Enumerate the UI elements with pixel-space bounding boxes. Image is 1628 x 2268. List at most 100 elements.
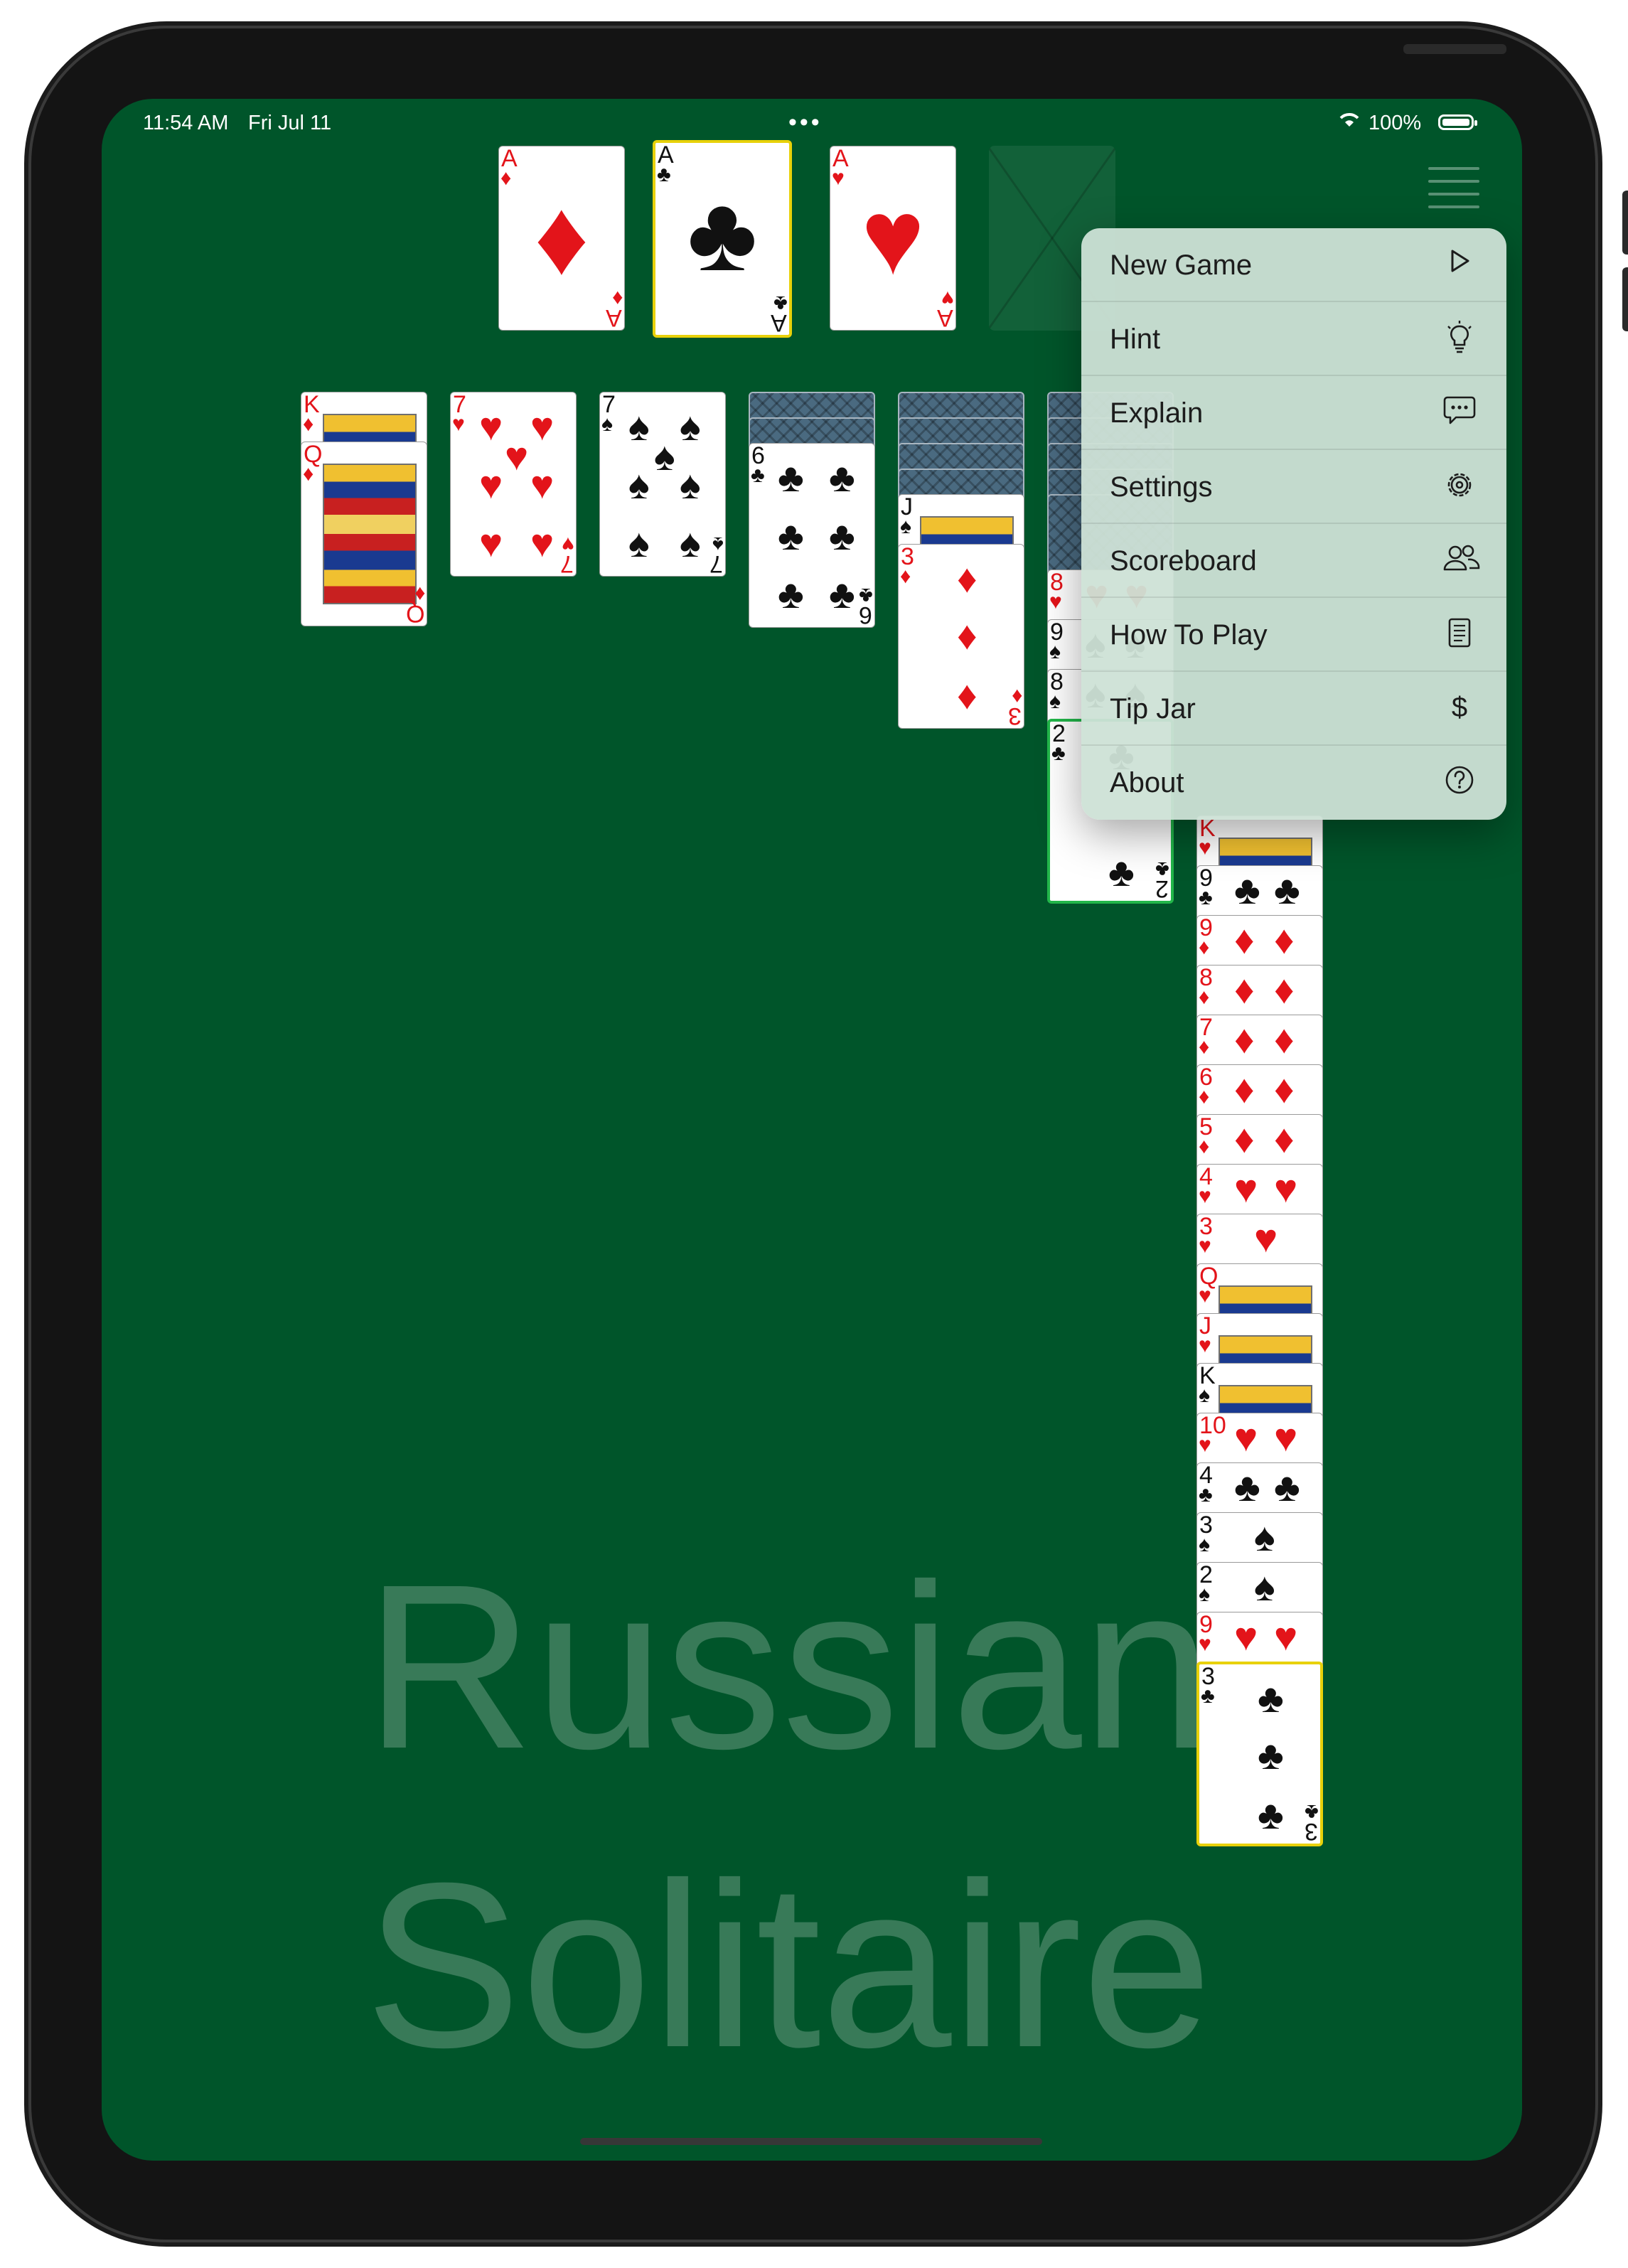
multitask-dots-icon[interactable]: •••	[788, 109, 823, 137]
foundation-card-A-of-diamonds[interactable]: A ♦ A ♦ ♦	[498, 146, 625, 331]
card-suit-bottom-icon: ♦	[611, 287, 623, 310]
card-pip-icon: ♥	[530, 462, 555, 507]
menu-item-settings[interactable]: Settings	[1081, 450, 1506, 524]
menu-item-about[interactable]: About	[1081, 746, 1506, 820]
menu-item-label: Scoreboard	[1110, 545, 1257, 577]
card-suit-icon: ♥	[1199, 1184, 1211, 1208]
dollar-icon: $	[1451, 692, 1468, 723]
card-pip-icon: ♥	[1254, 1216, 1278, 1261]
menu-item-hint[interactable]: Hint	[1081, 302, 1506, 376]
card-pip-icon: ♠	[628, 462, 650, 507]
card-pip-icon: ♣	[1234, 867, 1260, 912]
card-suit-icon: ♠	[900, 515, 911, 538]
card-suit-icon: ♥	[1199, 1334, 1211, 1357]
card-pip-icon: ♣	[829, 572, 855, 616]
card-suit-icon: ♦	[900, 565, 911, 588]
card-pip-icon: ♦	[1274, 1066, 1295, 1111]
gear-icon	[1442, 469, 1477, 503]
card-suit-icon: ♥	[1049, 590, 1062, 614]
card-pip-icon: ♥	[1274, 1415, 1298, 1460]
card-3-of-diamonds[interactable]: 3 ♦ 3 ♦ ♦ ♦ ♦	[898, 544, 1024, 729]
card-pip-icon: ♦	[1274, 967, 1295, 1012]
card-suit-icon: ♠	[1199, 1583, 1210, 1606]
card-pip-icon: ♥	[479, 462, 503, 507]
card-suit-bottom-icon: ♣	[773, 291, 788, 315]
card-suit-icon: ♦	[1199, 985, 1210, 1009]
card-pip-icon: ♣	[1258, 1676, 1284, 1721]
menu-item-label: Explain	[1110, 397, 1204, 429]
card-pip-icon: ♣	[1274, 1465, 1300, 1509]
card-suit-icon: ♠	[1199, 1533, 1210, 1556]
card-6-of-clubs[interactable]: 6 ♣ 6 ♣ ♣ ♣ ♣ ♣ ♣ ♣	[749, 443, 875, 628]
menu-item-how-to-play[interactable]: How To Play	[1081, 598, 1506, 672]
card-pip-icon: ♥	[1234, 1166, 1258, 1211]
card-Q-of-diamonds[interactable]: Q ♦ Q ♦	[301, 442, 427, 626]
card-suit-bottom-icon: ♦	[1011, 685, 1022, 708]
card-suit-icon: ♥	[452, 412, 465, 436]
card-pip-icon: ♠	[680, 404, 701, 449]
card-suit-icon: ♣	[1199, 1483, 1213, 1507]
card-suit-icon: ♣	[1201, 1684, 1215, 1708]
speech-bubble-icon	[1442, 395, 1477, 429]
hamburger-menu-icon[interactable]	[1428, 167, 1479, 210]
watermark-line-2: Solitaire	[365, 1834, 1213, 2096]
play-icon	[1442, 247, 1477, 281]
card-pip-icon: ♥	[1234, 1415, 1258, 1460]
card-pip-icon: ♣	[1258, 1733, 1284, 1777]
card-suit-icon: ♥	[1199, 1234, 1211, 1258]
wifi-icon	[1337, 107, 1361, 134]
status-time: 11:54 AM	[143, 112, 229, 134]
game-menu: New Game Hint Explain Settings Scoreboar…	[1081, 228, 1506, 820]
card-center-suit-icon: ♣	[687, 173, 758, 293]
card-pip-icon: ♣	[1234, 1465, 1260, 1509]
menu-item-label: About	[1110, 767, 1184, 798]
card-3-of-clubs[interactable]: 3 ♣ 3 ♣ ♣ ♣ ♣	[1196, 1662, 1323, 1846]
card-pip-icon: ♦	[957, 613, 978, 658]
menu-item-new-game[interactable]: New Game	[1081, 228, 1506, 302]
card-suit-bottom-icon: ♣	[1155, 857, 1169, 881]
card-pip-icon: ♠	[680, 520, 701, 565]
card-pip-icon: ♥	[1274, 1166, 1298, 1211]
watermark-line-1: Russian	[365, 1535, 1213, 1797]
card-pip-icon: ♥	[1274, 1614, 1298, 1659]
card-pip-icon: ♠	[1254, 1514, 1275, 1559]
card-pip-icon: ♦	[957, 673, 978, 717]
card-suit-bottom-icon: ♣	[859, 584, 873, 607]
card-pip-icon: ♣	[778, 513, 804, 558]
card-suit-icon: ♦	[1199, 1035, 1210, 1059]
card-pip-icon: ♥	[479, 520, 503, 565]
menu-item-tip-jar[interactable]: Tip Jar $	[1081, 672, 1506, 746]
battery-percent: 100%	[1369, 112, 1422, 134]
card-pip-icon: ♣	[829, 513, 855, 558]
card-pip-icon: ♥	[530, 404, 555, 449]
card-7-of-hearts[interactable]: 7 ♥ 7 ♥ ♥ ♥ ♥ ♥ ♥ ♥ ♥	[450, 392, 577, 577]
book-icon	[1442, 616, 1477, 651]
card-suit-icon: ♥	[1199, 1433, 1211, 1457]
people-icon	[1442, 542, 1480, 577]
card-center-suit-icon: ♥	[861, 177, 925, 296]
card-suit-icon: ♣	[1199, 886, 1213, 909]
foundation-card-A-of-clubs[interactable]: A ♣ A ♣ ♣	[653, 140, 792, 338]
card-pip-icon: ♦	[1274, 917, 1295, 962]
question-circle-icon	[1442, 764, 1477, 798]
card-pip-icon: ♥	[479, 404, 503, 449]
card-pip-icon: ♣	[778, 455, 804, 500]
card-suit-icon: ♦	[303, 412, 314, 436]
menu-item-explain[interactable]: Explain	[1081, 376, 1506, 450]
battery-icon	[1438, 114, 1477, 130]
card-pip-icon: ♠	[680, 462, 701, 507]
card-suit-icon: ♥	[1199, 1632, 1211, 1656]
foundation-card-A-of-hearts[interactable]: A ♥ A ♥ ♥	[830, 146, 956, 331]
lightbulb-icon	[1442, 321, 1477, 355]
card-pip-icon: ♠	[628, 520, 650, 565]
card-suit-icon: ♥	[1199, 836, 1211, 860]
card-pip-icon: ♣	[1258, 1792, 1284, 1837]
menu-item-scoreboard[interactable]: Scoreboard	[1081, 524, 1506, 598]
card-pip-icon: ♥	[505, 434, 529, 478]
card-suit-icon: ♠	[1049, 640, 1061, 663]
card-7-of-spades[interactable]: 7 ♠ 7 ♠ ♠ ♠ ♠ ♠ ♠ ♠ ♠	[599, 392, 726, 577]
card-center-suit-icon: ♦	[534, 177, 589, 296]
card-suit-icon: ♠	[601, 412, 613, 436]
card-suit-icon: ♦	[1199, 1085, 1210, 1108]
face-card-art	[323, 464, 417, 604]
